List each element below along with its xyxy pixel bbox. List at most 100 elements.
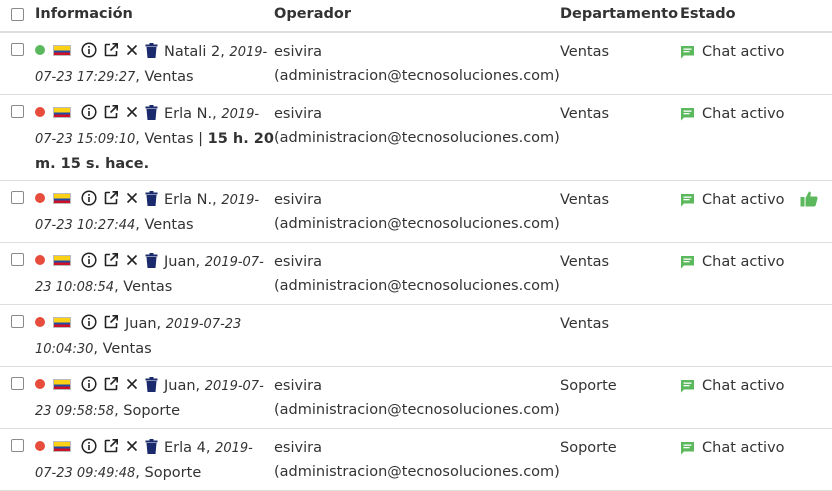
close-icon[interactable] — [125, 191, 139, 205]
header-informacion[interactable]: Información — [35, 0, 274, 33]
chat-department-suffix: , Ventas — [135, 69, 194, 85]
row-checkbox-cell — [0, 94, 35, 181]
trash-icon[interactable] — [145, 376, 158, 392]
info-icon[interactable] — [81, 190, 97, 206]
header-departamento[interactable]: Departamento — [560, 0, 680, 33]
open-external-icon[interactable] — [103, 376, 119, 392]
operator-email: (administracion@tecnosoluciones.com) — [274, 402, 560, 418]
chat-icon — [680, 191, 695, 207]
flag-icon — [53, 106, 71, 118]
close-icon[interactable] — [125, 43, 139, 57]
open-external-icon[interactable] — [103, 42, 119, 58]
operator-cell: esivira (administracion@tecnosoluciones.… — [274, 428, 560, 491]
open-external-icon[interactable] — [103, 438, 119, 454]
operator-email: (administracion@tecnosoluciones.com) — [274, 464, 560, 480]
status-text: Chat activo — [702, 254, 785, 270]
select-all-checkbox[interactable] — [11, 8, 24, 21]
status-cell: Chat activo — [680, 428, 800, 491]
extra-cell — [800, 428, 832, 491]
chat-department-suffix: , Soporte — [114, 403, 180, 419]
trash-icon[interactable] — [145, 104, 158, 120]
close-icon[interactable] — [125, 105, 139, 119]
status-dot-icon — [35, 379, 45, 389]
row-checkbox[interactable] — [11, 191, 24, 204]
operator-cell: esivira (administracion@tecnosoluciones.… — [274, 366, 560, 429]
row-checkbox[interactable] — [11, 315, 24, 328]
row-checkbox[interactable] — [11, 253, 24, 266]
row-checkbox[interactable] — [11, 439, 24, 452]
info-icon[interactable] — [81, 314, 97, 330]
info-cell: Juan, 2019-07-23 09:58:58, Soporte — [35, 366, 274, 429]
chat-department-suffix: , Soporte — [135, 465, 202, 481]
row-checkbox-cell — [0, 304, 35, 367]
operator-email: (administracion@tecnosoluciones.com) — [274, 278, 560, 294]
trash-icon[interactable] — [145, 252, 158, 268]
open-external-icon[interactable] — [103, 190, 119, 206]
info-icon[interactable] — [81, 104, 97, 120]
department-cell: Ventas — [560, 180, 680, 243]
open-external-icon[interactable] — [103, 252, 119, 268]
department-cell: Ventas — [560, 304, 680, 367]
thumbs-up-icon[interactable] — [800, 190, 818, 215]
status-dot-icon — [35, 317, 45, 327]
visitor-name: Juan, — [164, 378, 201, 394]
row-checkbox[interactable] — [11, 105, 24, 118]
header-operador[interactable]: Operador — [274, 0, 560, 33]
department-cell: Ventas — [560, 94, 680, 181]
trash-icon[interactable] — [145, 190, 158, 206]
header-estado[interactable]: Estado — [680, 0, 800, 33]
chat-icon — [680, 105, 695, 121]
row-checkbox[interactable] — [11, 43, 24, 56]
department-cell: Ventas — [560, 32, 680, 95]
extra-cell — [800, 32, 832, 95]
visitor-name: Erla N., — [164, 192, 217, 208]
close-icon[interactable] — [125, 439, 139, 453]
info-cell: Erla N., 2019-07-23 15:09:10, Ventas | 1… — [35, 94, 274, 181]
visitor-name: Juan, — [164, 254, 201, 270]
department-cell: Ventas — [560, 242, 680, 305]
operator-name: esivira — [274, 106, 322, 122]
table-row[interactable]: Erla 4, 2019-07-23 09:49:48, Soporte esi… — [0, 428, 832, 491]
table-row[interactable]: Erla N., 2019-07-23 15:09:10, Ventas | 1… — [0, 94, 832, 181]
info-icon[interactable] — [81, 438, 97, 454]
status-text: Chat activo — [702, 192, 785, 208]
row-checkbox[interactable] — [11, 377, 24, 390]
table-row[interactable]: Juan, 2019-07-23 10:04:30, Ventas Ventas — [0, 304, 832, 367]
open-external-icon[interactable] — [103, 314, 119, 330]
row-checkbox-cell — [0, 366, 35, 429]
chat-icon — [680, 253, 695, 269]
flag-icon — [53, 378, 71, 390]
close-icon[interactable] — [125, 377, 139, 391]
status-dot-icon — [35, 107, 45, 117]
table-row[interactable]: Natali 2, 2019-07-23 17:29:27, Ventas es… — [0, 32, 832, 95]
status-text: Chat activo — [702, 440, 785, 456]
visitor-name: Erla 4, — [164, 440, 211, 456]
extra-cell — [800, 94, 832, 181]
visitor-name: Natali 2, — [164, 44, 225, 60]
row-checkbox-cell — [0, 242, 35, 305]
status-text: Chat activo — [702, 106, 785, 122]
status-cell: Chat activo — [680, 180, 800, 243]
chat-department-suffix: , Ventas — [114, 279, 173, 295]
table-row[interactable]: Juan, 2019-07-23 10:08:54, Ventas esivir… — [0, 242, 832, 305]
info-cell: Juan, 2019-07-23 10:08:54, Ventas — [35, 242, 274, 305]
status-cell: Chat activo — [680, 32, 800, 95]
info-cell: Natali 2, 2019-07-23 17:29:27, Ventas — [35, 32, 274, 95]
department-cell: Soporte — [560, 366, 680, 429]
trash-icon[interactable] — [145, 438, 158, 454]
open-external-icon[interactable] — [103, 104, 119, 120]
info-icon[interactable] — [81, 42, 97, 58]
status-dot-icon — [35, 193, 45, 203]
trash-icon[interactable] — [145, 42, 158, 58]
info-icon[interactable] — [81, 376, 97, 392]
table-row[interactable]: Erla N., 2019-07-23 10:27:44, Ventas esi… — [0, 180, 832, 243]
chat-department-suffix: , Ventas — [135, 131, 194, 147]
close-icon[interactable] — [125, 253, 139, 267]
header-checkbox-cell — [0, 0, 35, 33]
operator-email: (administracion@tecnosoluciones.com) — [274, 216, 560, 232]
row-checkbox-cell — [0, 32, 35, 95]
info-icon[interactable] — [81, 252, 97, 268]
table-row[interactable]: Juan, 2019-07-23 09:58:58, Soporte esivi… — [0, 366, 832, 429]
operator-name: esivira — [274, 440, 322, 456]
operator-cell: esivira (administracion@tecnosoluciones.… — [274, 242, 560, 305]
